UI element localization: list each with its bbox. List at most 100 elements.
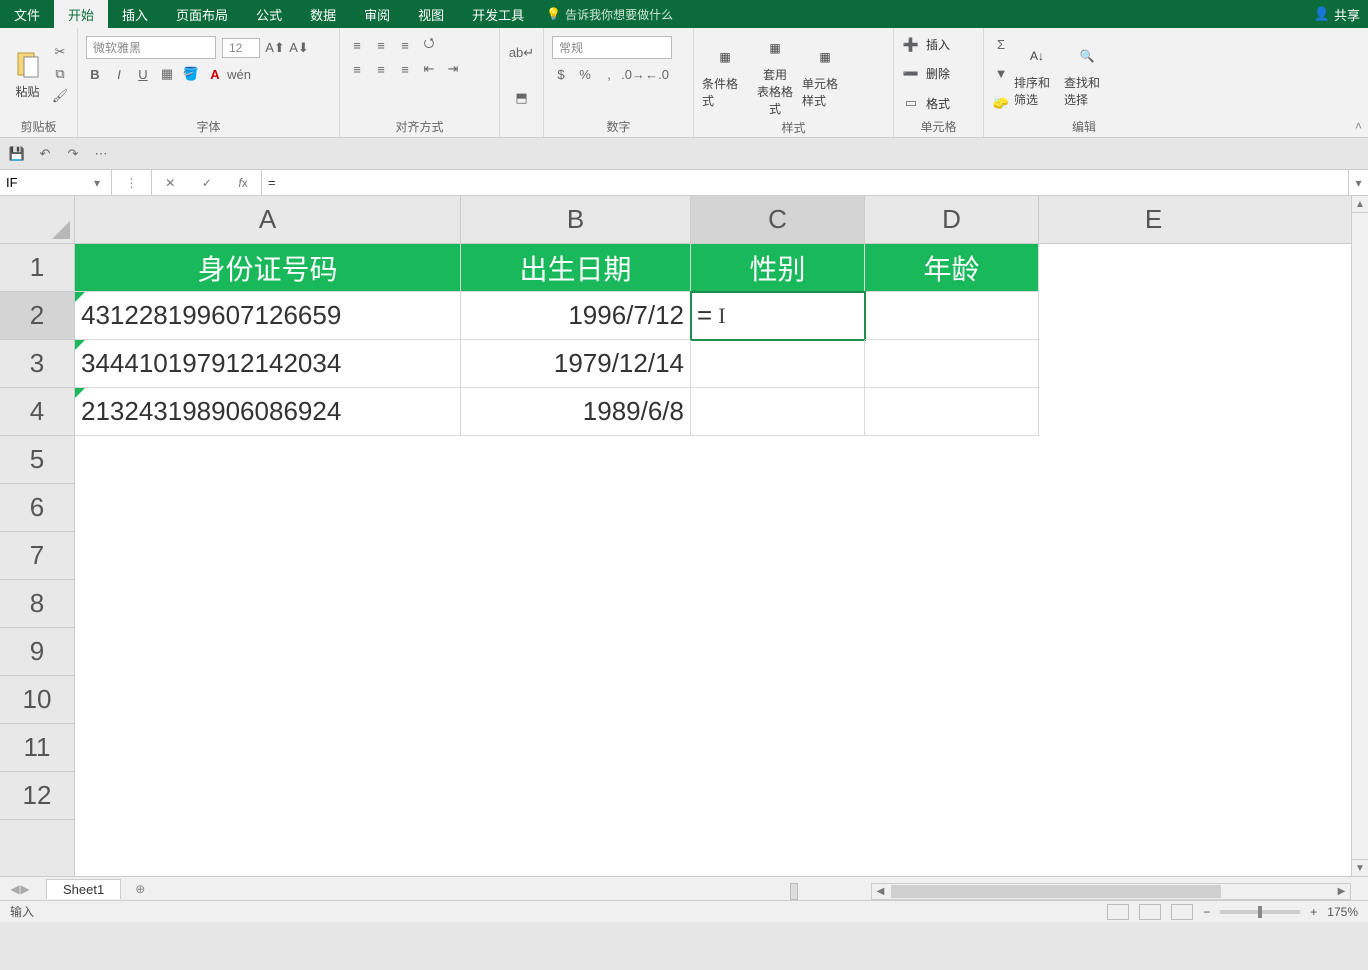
select-all-corner[interactable] — [0, 196, 74, 244]
row-header-9[interactable]: 9 — [0, 628, 74, 676]
redo-icon[interactable]: ↷ — [64, 145, 82, 163]
cell-D7[interactable] — [865, 532, 1039, 580]
cell-E2[interactable] — [1039, 292, 1268, 340]
collapse-ribbon-icon[interactable]: ˄ — [1355, 119, 1362, 133]
cell-A4[interactable]: 213243198906086924 — [75, 388, 461, 436]
cell-D12[interactable] — [865, 772, 1039, 820]
formula-input[interactable]: = — [262, 170, 1348, 195]
col-header-E[interactable]: E — [1039, 196, 1268, 243]
row-header-5[interactable]: 5 — [0, 436, 74, 484]
col-header-A[interactable]: A — [75, 196, 461, 243]
zoom-in-icon[interactable]: + — [1310, 905, 1317, 919]
delete-cells-button[interactable]: ➖删除 — [902, 65, 975, 83]
merge-cells-icon[interactable]: ⬒ — [513, 89, 531, 107]
name-box-dropdown-icon[interactable]: ▾ — [88, 176, 106, 190]
cell-A12[interactable] — [75, 772, 461, 820]
underline-icon[interactable]: U — [134, 65, 152, 83]
tab-insert[interactable]: 插入 — [108, 0, 162, 28]
decrease-font-icon[interactable]: A⬇ — [290, 39, 308, 57]
find-select-button[interactable]: 🔍查找和选择 — [1064, 32, 1110, 116]
cell-E5[interactable] — [1039, 436, 1268, 484]
cell-C4[interactable] — [691, 388, 865, 436]
cell-A6[interactable] — [75, 484, 461, 532]
share-button[interactable]: 👤 共享 — [1314, 0, 1360, 28]
cell-B6[interactable] — [461, 484, 691, 532]
cell-A9[interactable] — [75, 628, 461, 676]
tab-view[interactable]: 视图 — [404, 0, 458, 28]
cell-D4[interactable] — [865, 388, 1039, 436]
cell-C5[interactable] — [691, 436, 865, 484]
cell-D9[interactable] — [865, 628, 1039, 676]
zoom-out-icon[interactable]: − — [1203, 905, 1210, 919]
cell-E8[interactable] — [1039, 580, 1268, 628]
cell-B8[interactable] — [461, 580, 691, 628]
percent-icon[interactable]: % — [576, 65, 594, 83]
row-header-11[interactable]: 11 — [0, 724, 74, 772]
cell-E7[interactable] — [1039, 532, 1268, 580]
col-header-C[interactable]: C — [691, 196, 865, 243]
view-normal-icon[interactable] — [1107, 904, 1129, 920]
tab-home[interactable]: 开始 — [54, 0, 108, 28]
col-header-D[interactable]: D — [865, 196, 1039, 243]
comma-icon[interactable]: , — [600, 65, 618, 83]
font-size-select[interactable]: 12 — [222, 38, 260, 58]
cell-E6[interactable] — [1039, 484, 1268, 532]
indent-increase-icon[interactable]: ⇥ — [444, 60, 462, 78]
cell-D6[interactable] — [865, 484, 1039, 532]
row-header-6[interactable]: 6 — [0, 484, 74, 532]
row-header-8[interactable]: 8 — [0, 580, 74, 628]
view-page-break-icon[interactable] — [1171, 904, 1193, 920]
row-header-1[interactable]: 1 — [0, 244, 74, 292]
row-header-4[interactable]: 4 — [0, 388, 74, 436]
expand-formula-bar-icon[interactable]: ▾ — [1348, 170, 1368, 195]
cell-A10[interactable] — [75, 676, 461, 724]
format-cells-button[interactable]: ▭格式 — [902, 94, 975, 112]
cell-E11[interactable] — [1039, 724, 1268, 772]
cell-A8[interactable] — [75, 580, 461, 628]
cell-E9[interactable] — [1039, 628, 1268, 676]
number-format-select[interactable]: 常规 — [552, 36, 672, 59]
cancel-formula-icon[interactable]: ✕ — [165, 176, 175, 190]
cell-B9[interactable] — [461, 628, 691, 676]
cell-B4[interactable]: 1989/6/8 — [461, 388, 691, 436]
cell-C2[interactable]: = — [691, 292, 865, 340]
insert-cells-button[interactable]: ➕插入 — [902, 36, 975, 54]
phonetic-icon[interactable]: wén — [230, 65, 248, 83]
cell-C11[interactable] — [691, 724, 865, 772]
conditional-format-button[interactable]: ▦条件格式 — [702, 32, 748, 117]
tab-file[interactable]: 文件 — [0, 0, 54, 28]
cell-B5[interactable] — [461, 436, 691, 484]
cell-C7[interactable] — [691, 532, 865, 580]
cell-B1[interactable]: 出生日期 — [461, 244, 691, 292]
row-header-2[interactable]: 2 — [0, 292, 74, 340]
sheet-nav-next-icon[interactable]: ▶ — [20, 882, 29, 896]
cell-A3[interactable]: 344410197912142034 — [75, 340, 461, 388]
increase-font-icon[interactable]: A⬆ — [266, 39, 284, 57]
cell-C3[interactable] — [691, 340, 865, 388]
bold-icon[interactable]: B — [86, 65, 104, 83]
fill-color-icon[interactable]: 🪣 — [182, 65, 200, 83]
cell-A2[interactable]: 431228199607126659 — [75, 292, 461, 340]
cell-A11[interactable] — [75, 724, 461, 772]
cell-A5[interactable] — [75, 436, 461, 484]
cell-E1[interactable] — [1039, 244, 1268, 292]
save-icon[interactable]: 💾 — [8, 145, 26, 163]
scroll-left-icon[interactable]: ◀ — [872, 886, 889, 897]
cell-C6[interactable] — [691, 484, 865, 532]
cell-D3[interactable] — [865, 340, 1039, 388]
format-as-table-button[interactable]: ▦套用 表格格式 — [752, 32, 798, 117]
align-middle-icon[interactable]: ≡ — [372, 36, 390, 54]
row-header-10[interactable]: 10 — [0, 676, 74, 724]
cell-D11[interactable] — [865, 724, 1039, 772]
tab-data[interactable]: 数据 — [296, 0, 350, 28]
sheet-tab-1[interactable]: Sheet1 — [46, 879, 121, 899]
scroll-thumb[interactable] — [891, 885, 1221, 898]
italic-icon[interactable]: I — [110, 65, 128, 83]
wrap-text-icon[interactable]: ab↵ — [513, 44, 531, 62]
cell-D5[interactable] — [865, 436, 1039, 484]
cell-E3[interactable] — [1039, 340, 1268, 388]
qat-more-icon[interactable]: ⋯ — [92, 145, 110, 163]
cell-B7[interactable] — [461, 532, 691, 580]
align-top-icon[interactable]: ≡ — [348, 36, 366, 54]
cell-C1[interactable]: 性别 — [691, 244, 865, 292]
